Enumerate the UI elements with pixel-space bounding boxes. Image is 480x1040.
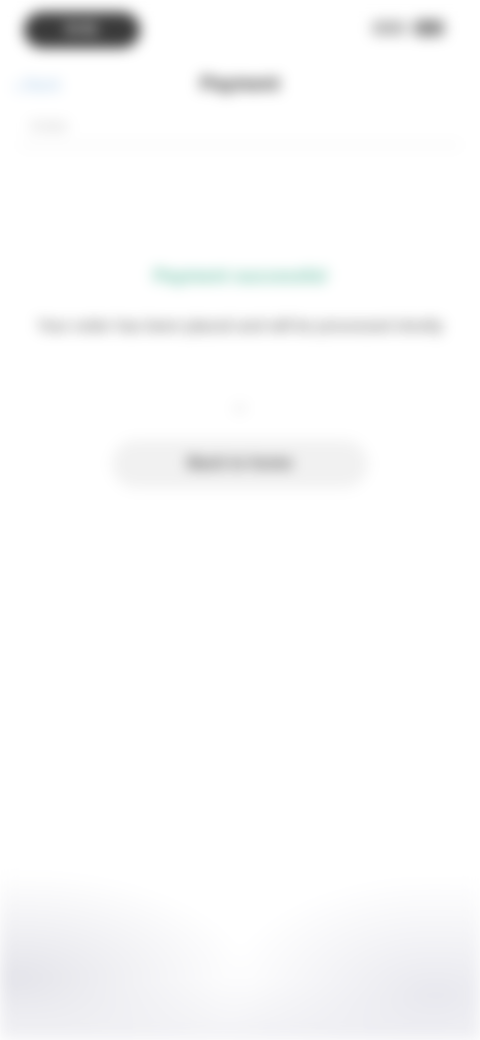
success-text: Payment successful <box>153 266 327 286</box>
app-screen: 9:41 ‹ Back Payment Order Payment succes… <box>0 0 480 1040</box>
status-time-pill: 9:41 <box>24 12 140 48</box>
separator-text: or <box>234 400 246 415</box>
status-time: 9:41 <box>65 21 99 38</box>
status-bar: 9:41 <box>0 0 480 60</box>
message-text: Your order has been placed and will be p… <box>37 318 443 335</box>
back-button[interactable]: ‹ Back <box>14 73 84 98</box>
page-title: Payment <box>200 74 280 95</box>
signal-icon <box>372 21 406 35</box>
action-button[interactable]: Back to home <box>112 440 368 488</box>
chevron-left-icon: ‹ <box>14 73 22 98</box>
sub-nav-label: Order <box>30 118 69 135</box>
battery-icon <box>414 20 444 36</box>
back-label: Back <box>25 77 61 94</box>
bottom-shade <box>0 740 480 1040</box>
result-panel: Payment successful Your order has been p… <box>0 250 480 500</box>
nav-bar: ‹ Back Payment <box>0 60 480 120</box>
status-icons <box>372 20 444 36</box>
sub-nav: Order <box>20 112 460 146</box>
